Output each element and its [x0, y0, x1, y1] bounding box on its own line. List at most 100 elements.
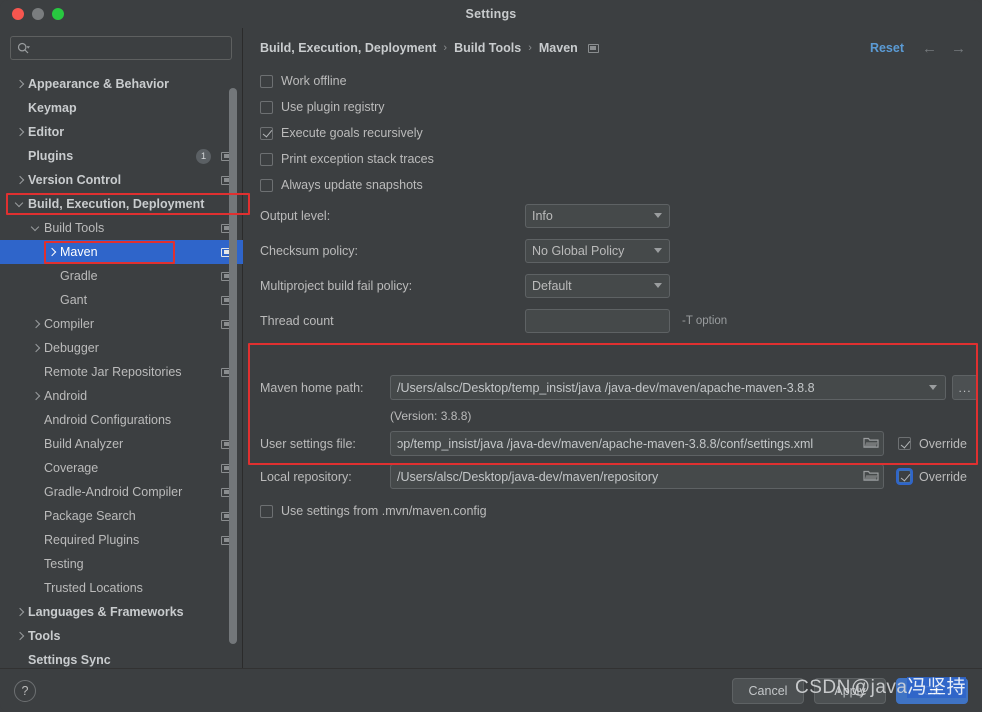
forward-arrow-icon[interactable]: →: [951, 41, 966, 56]
chevron-right-icon[interactable]: [14, 78, 26, 90]
field-suffix: -T option: [682, 314, 728, 327]
sidebar-item-coverage[interactable]: Coverage: [0, 456, 243, 480]
sidebar-item-required-plugins[interactable]: Required Plugins: [0, 528, 243, 552]
sidebar-scrollbar-thumb[interactable]: [229, 88, 237, 644]
folder-icon[interactable]: [863, 469, 879, 485]
maven-fields-group: Output level: Info Checksum policy: No Glob…: [244, 198, 982, 338]
user-settings-override-wrapper[interactable]: Override: [898, 437, 967, 451]
sidebar-item-android-configurations[interactable]: Android Configurations: [0, 408, 243, 432]
checkbox-print-exception-stack-traces[interactable]: [260, 152, 273, 166]
back-arrow-icon[interactable]: ←: [922, 41, 937, 56]
sidebar-item-label: Package Search: [44, 509, 136, 523]
chevron-right-icon[interactable]: [14, 126, 26, 138]
chevron-right-icon[interactable]: [14, 174, 26, 186]
chevron-right-icon[interactable]: [14, 630, 26, 642]
sidebar-item-debugger[interactable]: Debugger: [0, 336, 243, 360]
sidebar-item-build-analyzer[interactable]: Build Analyzer: [0, 432, 243, 456]
sidebar-item-android[interactable]: Android: [0, 384, 243, 408]
local-repository-input[interactable]: /Users/alsc/Desktop/java-dev/maven/repos…: [390, 464, 884, 489]
sidebar-item-build-execution-deployment[interactable]: Build, Execution, Deployment: [0, 192, 243, 216]
sidebar-item-editor[interactable]: Editor: [0, 120, 243, 144]
maven-home-path-row: Maven home path: /Users/alsc/Desktop/tem…: [248, 371, 978, 404]
sidebar-item-keymap[interactable]: Keymap: [0, 96, 243, 120]
dropdown-value: Default: [532, 278, 572, 293]
user-settings-file-input[interactable]: ɔp/temp_insist/java /java-dev/maven/apac…: [390, 431, 884, 456]
field-row-output-level: Output level: Info: [244, 198, 982, 233]
use-mvn-config-checkbox[interactable]: [260, 504, 273, 518]
checkbox-always-update-snapshots[interactable]: [260, 178, 273, 192]
chevron-right-icon[interactable]: [30, 390, 42, 402]
cancel-button[interactable]: Cancel: [732, 677, 804, 704]
option-row-execute-goals-recursively[interactable]: Execute goals recursively: [244, 120, 982, 146]
breadcrumb-item-1[interactable]: Build Tools: [454, 41, 521, 55]
sidebar-item-settings-sync[interactable]: Settings Sync: [0, 648, 243, 668]
dropdown-multiproject-build-fail-policy[interactable]: Default: [525, 273, 670, 298]
sidebar-item-build-tools[interactable]: Build Tools: [0, 216, 243, 240]
sidebar-item-gradle[interactable]: Gradle: [0, 264, 243, 288]
breadcrumb-item-0[interactable]: Build, Execution, Deployment: [260, 41, 436, 55]
checkbox-label: Print exception stack traces: [281, 152, 434, 166]
chevron-down-icon: [928, 385, 937, 390]
local-repository-override-wrapper[interactable]: Override: [898, 470, 967, 484]
checkbox-use-plugin-registry[interactable]: [260, 100, 273, 114]
sidebar-item-tools[interactable]: Tools: [0, 624, 243, 648]
maven-home-path-dropdown-button[interactable]: [920, 375, 947, 400]
help-button[interactable]: ?: [14, 679, 36, 702]
sidebar-item-gant[interactable]: Gant: [0, 288, 243, 312]
sidebar-item-maven[interactable]: Maven: [0, 240, 243, 264]
title-bar: Settings: [0, 0, 982, 28]
chevron-right-icon[interactable]: [46, 246, 58, 258]
sidebar-item-languages-frameworks[interactable]: Languages & Frameworks: [0, 600, 243, 624]
search-box[interactable]: [10, 36, 232, 60]
maven-home-path-input[interactable]: /Users/alsc/Desktop/temp_insist/java /ja…: [390, 375, 921, 400]
sidebar-item-label: Editor: [28, 125, 65, 139]
checkbox-work-offline[interactable]: [260, 74, 273, 88]
breadcrumb-item-2[interactable]: Maven: [539, 41, 578, 55]
sidebar-item-version-control[interactable]: Version Control: [0, 168, 243, 192]
search-input[interactable]: [34, 41, 225, 55]
option-row-work-offline[interactable]: Work offline: [244, 68, 982, 94]
maven-settings-content: Work offline Use plugin registry Execute g…: [244, 68, 982, 668]
sidebar-item-compiler[interactable]: Compiler: [0, 312, 243, 336]
local-repository-label: Local repository:: [260, 469, 352, 484]
sidebar-item-package-search[interactable]: Package Search: [0, 504, 243, 528]
dropdown-checksum-policy[interactable]: No Global Policy: [525, 238, 670, 263]
option-row-use-plugin-registry[interactable]: Use plugin registry: [244, 94, 982, 120]
settings-tree[interactable]: Appearance & Behavior Keymap Editor Plugins…: [0, 72, 243, 668]
field-label: Output level:: [260, 208, 331, 223]
sidebar-scrollbar-track[interactable]: [229, 76, 237, 664]
reset-link[interactable]: Reset: [870, 41, 904, 55]
option-row-print-exception-stack-traces[interactable]: Print exception stack traces: [244, 146, 982, 172]
sidebar-item-label: Build, Execution, Deployment: [28, 197, 205, 211]
chevron-down-icon[interactable]: [14, 198, 26, 210]
sidebar-item-remote-jar-repositories[interactable]: Remote Jar Repositories: [0, 360, 243, 384]
chevron-right-icon[interactable]: [14, 606, 26, 618]
sidebar-item-testing[interactable]: Testing: [0, 552, 243, 576]
option-row-always-update-snapshots[interactable]: Always update snapshots: [244, 172, 982, 198]
maven-home-path-browse-button[interactable]: ...: [952, 375, 978, 400]
user-settings-override-checkbox[interactable]: [898, 437, 911, 450]
local-repository-override-checkbox[interactable]: [898, 470, 911, 483]
folder-icon[interactable]: [863, 436, 879, 452]
sidebar-item-gradle-android-compiler[interactable]: Gradle-Android Compiler: [0, 480, 243, 504]
chevron-down-icon[interactable]: [30, 222, 42, 234]
chevron-right-icon[interactable]: [30, 342, 42, 354]
sidebar-item-trusted-locations[interactable]: Trusted Locations: [0, 576, 243, 600]
chevron-right-icon[interactable]: [30, 318, 42, 330]
sidebar-item-appearance-behavior[interactable]: Appearance & Behavior: [0, 72, 243, 96]
maven-home-path-value: /Users/alsc/Desktop/temp_insist/java /ja…: [397, 380, 815, 395]
sidebar-item-label: Languages & Frameworks: [28, 605, 184, 619]
csdn-watermark: CSDN@java冯坚持: [795, 672, 966, 699]
checkbox-execute-goals-recursively[interactable]: [260, 126, 273, 140]
sidebar-item-label: Settings Sync: [28, 653, 111, 667]
use-mvn-config-row[interactable]: Use settings from .mvn/maven.config: [244, 498, 487, 524]
input-thread-count[interactable]: [525, 308, 670, 333]
sidebar-item-plugins[interactable]: Plugins 1: [0, 144, 243, 168]
dropdown-output-level[interactable]: Info: [525, 203, 670, 228]
